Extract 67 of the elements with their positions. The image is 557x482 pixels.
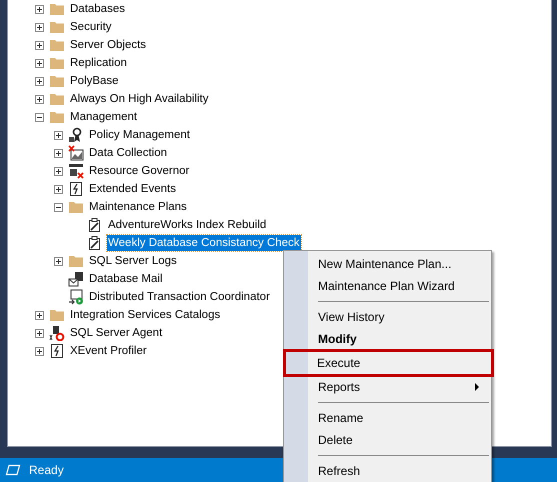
tree-item[interactable]: Extended Events bbox=[88, 181, 177, 197]
menu-item[interactable]: Reports bbox=[284, 376, 491, 398]
expand-icon[interactable] bbox=[35, 76, 44, 86]
folder-icon bbox=[49, 20, 65, 34]
tree-item[interactable]: Replication bbox=[69, 55, 128, 71]
governor-error-icon bbox=[68, 163, 84, 179]
tree-item[interactable]: Data Collection bbox=[88, 145, 168, 161]
tree-item[interactable]: Distributed Transaction Coordinator bbox=[88, 289, 271, 305]
tree-item[interactable]: Server Objects bbox=[69, 37, 148, 53]
tree-item[interactable]: SQL Server Agent bbox=[69, 325, 164, 341]
collapse-icon[interactable] bbox=[35, 112, 44, 122]
folder-icon bbox=[49, 110, 65, 124]
folder-icon bbox=[49, 2, 65, 16]
event-page-icon bbox=[49, 343, 65, 359]
menu-item[interactable]: Refresh bbox=[284, 460, 491, 482]
folder-icon bbox=[49, 74, 65, 88]
folder-icon bbox=[49, 56, 65, 70]
clipboard-pencil-icon bbox=[87, 235, 103, 251]
event-page-icon bbox=[68, 181, 84, 197]
chart-error-icon bbox=[68, 145, 84, 161]
tree-item[interactable]: SQL Server Logs bbox=[88, 253, 178, 269]
menu-item[interactable]: Maintenance Plan Wizard bbox=[284, 275, 491, 297]
folder-icon bbox=[49, 308, 65, 322]
status-text: Ready bbox=[29, 462, 64, 479]
tree-item[interactable]: AdventureWorks Index Rebuild bbox=[107, 217, 268, 233]
expand-icon[interactable] bbox=[35, 40, 44, 50]
tree-item[interactable]: Security bbox=[69, 19, 113, 35]
expand-icon[interactable] bbox=[54, 184, 63, 194]
ribbon-icon bbox=[68, 127, 84, 143]
folder-icon bbox=[68, 254, 84, 268]
expand-icon[interactable] bbox=[54, 256, 63, 266]
expand-icon[interactable] bbox=[54, 130, 63, 140]
tree-item[interactable]: PolyBase bbox=[69, 73, 120, 89]
expand-icon[interactable] bbox=[35, 94, 44, 104]
menu-item[interactable]: Execute bbox=[283, 349, 494, 377]
expand-icon[interactable] bbox=[35, 346, 44, 356]
tree-item[interactable]: Databases bbox=[69, 1, 126, 17]
tree-item[interactable]: Policy Management bbox=[88, 127, 191, 143]
expand-icon[interactable] bbox=[35, 310, 44, 320]
tree-item[interactable]: Management bbox=[69, 109, 138, 125]
menu-item[interactable]: Rename bbox=[284, 407, 491, 429]
expand-icon[interactable] bbox=[35, 22, 44, 32]
expand-icon[interactable] bbox=[35, 4, 44, 14]
tree-item[interactable]: Always On High Availability bbox=[69, 91, 210, 107]
clipboard-pencil-icon bbox=[87, 217, 103, 233]
tree-item[interactable]: Integration Services Catalogs bbox=[69, 307, 222, 323]
tree-item[interactable]: Database Mail bbox=[88, 271, 164, 287]
menu-item[interactable]: New Maintenance Plan... bbox=[284, 253, 491, 275]
expand-icon[interactable] bbox=[35, 328, 44, 338]
menu-item[interactable]: Modify bbox=[284, 328, 491, 350]
expand-icon[interactable] bbox=[54, 148, 63, 158]
folder-icon bbox=[68, 200, 84, 214]
tree-item[interactable]: Resource Governor bbox=[88, 163, 190, 179]
tree-item[interactable]: XEvent Profiler bbox=[69, 343, 148, 359]
tree-item[interactable]: Weekly Database Consistancy Check bbox=[107, 235, 301, 251]
tree-item[interactable]: Maintenance Plans bbox=[88, 199, 188, 215]
server-play-icon bbox=[68, 289, 84, 305]
collapse-icon[interactable] bbox=[54, 202, 63, 212]
menu-item[interactable]: View History bbox=[284, 306, 491, 328]
expand-icon[interactable] bbox=[54, 166, 63, 176]
mail-server-icon bbox=[68, 271, 84, 287]
status-icon bbox=[5, 464, 21, 476]
expand-icon[interactable] bbox=[35, 58, 44, 68]
folder-icon bbox=[49, 38, 65, 52]
menu-item[interactable]: Delete bbox=[284, 429, 491, 451]
agent-stopped-icon bbox=[49, 325, 65, 341]
folder-icon bbox=[49, 92, 65, 106]
